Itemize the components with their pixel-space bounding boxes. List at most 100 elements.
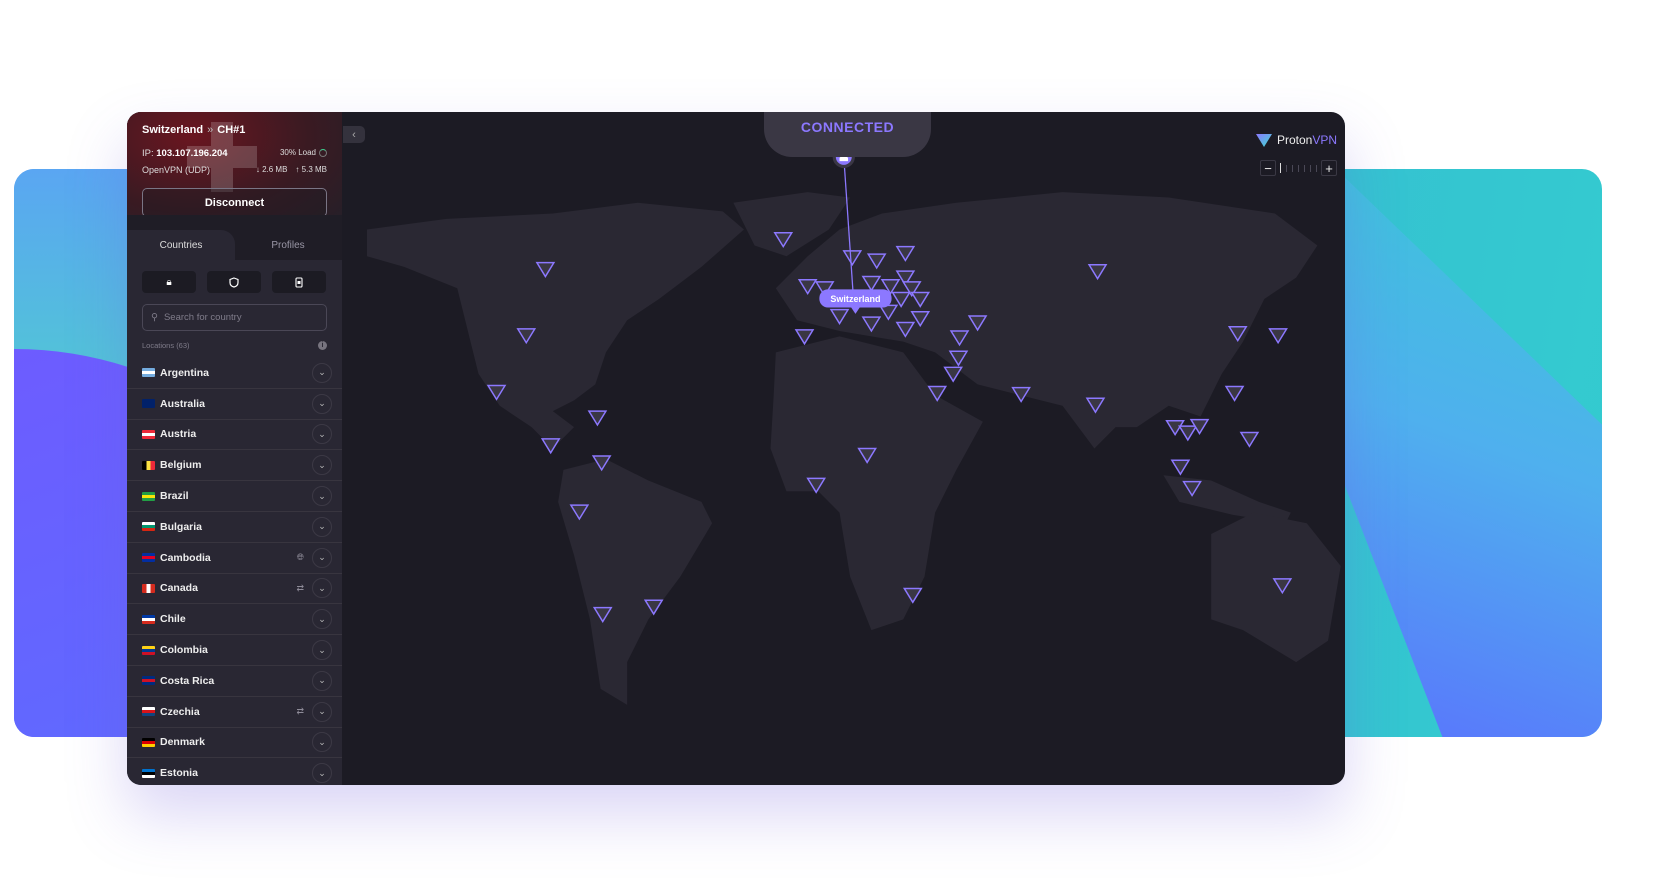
- chevron-down-icon[interactable]: ⌄: [312, 424, 332, 445]
- country-name: Estonia: [160, 767, 198, 780]
- chevron-down-icon[interactable]: ⌄: [312, 732, 332, 753]
- country-row[interactable]: Denmark ⌄: [127, 728, 342, 759]
- flag-icon: [142, 429, 155, 439]
- chevron-down-icon[interactable]: ⌄: [312, 362, 332, 383]
- zoom-out-button[interactable]: −: [1260, 160, 1276, 176]
- chevron-down-icon[interactable]: ⌄: [312, 763, 332, 784]
- chevron-down-icon[interactable]: ⌄: [312, 486, 332, 507]
- connected-location-text: Switzerland: [830, 294, 880, 304]
- country-row[interactable]: Estonia ⌄: [127, 758, 342, 785]
- server-marker[interactable]: [1170, 459, 1191, 476]
- flag-icon: [142, 399, 155, 409]
- country-row[interactable]: Czechia ⇄ ⌄: [127, 697, 342, 728]
- server-marker[interactable]: [1224, 385, 1245, 402]
- flag-icon: [142, 460, 155, 470]
- country-row[interactable]: Bulgaria ⌄: [127, 512, 342, 543]
- country-name: Canada: [160, 582, 198, 595]
- country-row[interactable]: Austria ⌄: [127, 420, 342, 451]
- flag-icon: [142, 676, 155, 686]
- download-value: 2.6 MB: [262, 165, 288, 174]
- country-row[interactable]: Cambodia 🌐︎ ⌄: [127, 543, 342, 574]
- tab-countries[interactable]: Countries: [127, 230, 235, 260]
- country-name: Belgium: [160, 459, 202, 472]
- country-row[interactable]: Argentina ⌄: [127, 358, 342, 389]
- load-ring-icon: [319, 148, 327, 157]
- ip-label: IP:: [142, 148, 154, 159]
- load-text: 30% Load: [279, 148, 316, 157]
- connection-panel: Switzerland» CH#1 IP: 103.107.196.204 30%…: [127, 112, 342, 230]
- disconnect-button[interactable]: Disconnect: [142, 188, 327, 217]
- country-name: Australia: [160, 397, 205, 410]
- zoom-slider[interactable]: [1280, 163, 1317, 173]
- country-row[interactable]: Canada ⇄ ⌄: [127, 574, 342, 605]
- country-row[interactable]: Australia ⌄: [127, 389, 342, 420]
- search-input[interactable]: [163, 312, 314, 323]
- chevron-down-icon[interactable]: ⌄: [312, 670, 332, 691]
- netshield-filter-button[interactable]: [207, 271, 261, 293]
- country-name: Austria: [160, 428, 197, 441]
- chevron-down-icon[interactable]: ⌄: [312, 578, 332, 599]
- p2p-icon: ⇄: [296, 582, 304, 593]
- server-marker[interactable]: [1268, 328, 1288, 345]
- landmass-north-america: [366, 202, 744, 449]
- sidebar: Switzerland» CH#1 IP: 103.107.196.204 30%…: [127, 112, 342, 785]
- ip-value: 103.107.196.204: [156, 148, 228, 159]
- shield-icon: [229, 276, 239, 288]
- proton-logo-icon: [1255, 134, 1272, 147]
- flag-icon: [142, 583, 155, 593]
- arrow-up-icon: ↑: [295, 165, 300, 174]
- info-icon[interactable]: i: [318, 341, 327, 350]
- chevron-down-icon[interactable]: ⌄: [312, 640, 332, 661]
- arrow-down-icon: ↓: [255, 165, 260, 174]
- country-name: Costa Rica: [160, 674, 215, 687]
- flag-icon: [142, 768, 155, 778]
- server-marker[interactable]: [540, 438, 561, 455]
- country-row[interactable]: Chile ⌄: [127, 604, 342, 636]
- server-marker[interactable]: [587, 410, 608, 427]
- country-name: Bulgaria: [160, 520, 203, 533]
- server-marker[interactable]: [1178, 425, 1198, 442]
- flag-icon: [142, 645, 155, 655]
- flag-icon: [142, 614, 155, 624]
- server-marker[interactable]: [1239, 431, 1260, 448]
- landmass-indonesia: [1163, 475, 1291, 524]
- flag-icon: [142, 553, 155, 563]
- server-marker[interactable]: [943, 366, 963, 383]
- country-name: Czechia: [160, 705, 200, 718]
- traffic: ↓ 2.6 MB ↑ 5.3 MB: [256, 165, 327, 174]
- locations-count: Locations (63): [142, 341, 190, 350]
- lock-icon: 🔒︎: [166, 276, 172, 288]
- chevron-down-icon[interactable]: ⌄: [312, 547, 332, 568]
- app-window: Switzerland CONNECTED ProtonVPN − + Swit…: [127, 112, 1345, 785]
- chevron-left-icon: ‹: [352, 128, 356, 141]
- upload: ↑ 5.3 MB: [295, 165, 327, 174]
- locations-header: Locations (63) i: [142, 341, 327, 350]
- country-row[interactable]: Brazil ⌄: [127, 481, 342, 512]
- flag-icon: [142, 522, 155, 532]
- chevron-down-icon[interactable]: ⌄: [312, 701, 332, 722]
- tab-profiles[interactable]: Profiles: [234, 230, 342, 260]
- connection-status: CONNECTED: [764, 112, 931, 157]
- server-marker[interactable]: [794, 329, 815, 346]
- country-row[interactable]: Colombia ⌄: [127, 635, 342, 666]
- chevron-down-icon[interactable]: ⌄: [312, 455, 332, 476]
- sidebar-tabs: Countries Profiles: [127, 215, 342, 260]
- chevron-down-icon[interactable]: ⌄: [312, 609, 332, 630]
- country-name: Switzerland: [142, 124, 204, 136]
- flag-icon: [142, 737, 155, 747]
- chevron-down-icon[interactable]: ⌄: [312, 516, 332, 537]
- zoom-in-button[interactable]: +: [1321, 160, 1337, 176]
- brand-name: Proton: [1276, 133, 1313, 147]
- server-name: CH#1: [217, 124, 246, 136]
- ip-address: IP: 103.107.196.204: [142, 148, 228, 159]
- zoom-controls: − +: [1260, 160, 1337, 176]
- brand-name-vpn: VPN: [1312, 133, 1337, 147]
- search-field[interactable]: ⚲: [142, 304, 327, 331]
- country-row[interactable]: Costa Rica ⌄: [127, 666, 342, 697]
- chevron-down-icon[interactable]: ⌄: [312, 393, 332, 414]
- tor-filter-button[interactable]: [272, 271, 326, 293]
- secure-core-filter-button[interactable]: 🔒︎: [142, 271, 196, 293]
- country-row[interactable]: Belgium ⌄: [127, 450, 342, 482]
- collapse-sidebar-button[interactable]: ‹: [343, 126, 365, 143]
- sim-card-icon: [295, 276, 303, 288]
